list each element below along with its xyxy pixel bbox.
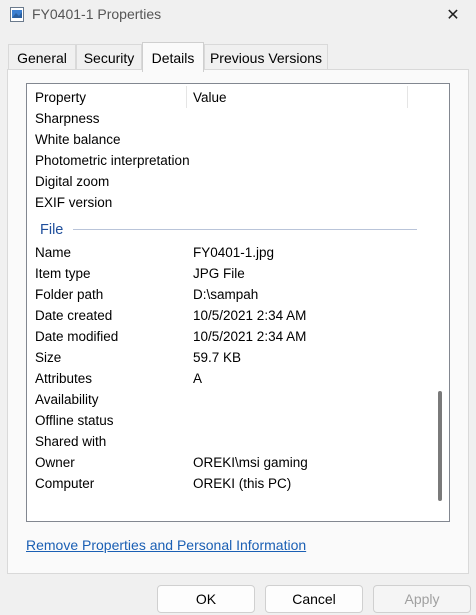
property-name[interactable]: Date created	[35, 306, 112, 326]
property-name[interactable]: Offline status	[35, 411, 114, 431]
tab-previous-versions-label: Previous Versions	[209, 49, 323, 66]
column-separator	[186, 86, 187, 108]
cancel-label: Cancel	[292, 591, 336, 607]
tab-general-label: General	[17, 49, 67, 66]
property-name[interactable]: Name	[35, 243, 71, 263]
property-name[interactable]: Item type	[35, 264, 91, 284]
property-name[interactable]: Computer	[35, 474, 94, 494]
property-value[interactable]: 10/5/2021 2:34 AM	[193, 327, 306, 347]
property-value[interactable]: A	[193, 369, 202, 389]
column-header-value[interactable]: Value	[193, 88, 227, 108]
property-value[interactable]: OREKI (this PC)	[193, 474, 291, 494]
property-list[interactable]: Property Value Sharpness White balance P…	[26, 83, 450, 522]
column-separator	[407, 86, 408, 108]
property-name[interactable]: Date modified	[35, 327, 118, 347]
ok-label: OK	[195, 591, 217, 607]
property-value[interactable]: 10/5/2021 2:34 AM	[193, 306, 306, 326]
group-divider	[73, 229, 417, 230]
property-value[interactable]: FY0401-1.jpg	[193, 243, 274, 263]
group-header-file[interactable]: File	[40, 220, 63, 240]
property-value[interactable]: OREKI\msi gaming	[193, 453, 308, 473]
apply-button[interactable]: Apply	[373, 585, 471, 613]
property-name[interactable]: Digital zoom	[35, 172, 109, 192]
title-bar: FY0401-1 Properties ✕	[0, 0, 476, 30]
property-value[interactable]: D:\sampah	[193, 285, 258, 305]
tab-details-label: Details	[151, 49, 195, 66]
property-name[interactable]: White balance	[35, 130, 121, 150]
tab-security-label: Security	[83, 49, 135, 66]
property-name[interactable]: Shared with	[35, 432, 106, 452]
tab-previous-versions[interactable]: Previous Versions	[204, 44, 328, 70]
scrollbar-thumb[interactable]	[438, 391, 442, 501]
property-name[interactable]: Photometric interpretation	[35, 151, 190, 171]
tab-details[interactable]: Details	[142, 42, 204, 72]
apply-label: Apply	[404, 591, 440, 607]
close-button[interactable]: ✕	[430, 0, 476, 30]
tab-general[interactable]: General	[8, 44, 76, 70]
close-icon: ✕	[446, 7, 460, 24]
property-name[interactable]: Attributes	[35, 369, 92, 389]
property-name[interactable]: Sharpness	[35, 109, 100, 129]
property-name[interactable]: Owner	[35, 453, 75, 473]
vertical-scrollbar[interactable]	[432, 85, 449, 520]
property-value[interactable]: 59.7 KB	[193, 348, 241, 368]
property-name[interactable]: Size	[35, 348, 61, 368]
image-file-icon	[10, 7, 24, 22]
remove-properties-link[interactable]: Remove Properties and Personal Informati…	[26, 537, 306, 553]
property-value[interactable]: JPG File	[193, 264, 245, 284]
tab-security[interactable]: Security	[76, 44, 142, 70]
property-name[interactable]: EXIF version	[35, 193, 112, 213]
property-name[interactable]: Availability	[35, 390, 99, 410]
property-name[interactable]: Folder path	[35, 285, 103, 305]
window-title: FY0401-1 Properties	[32, 6, 162, 22]
ok-button[interactable]: OK	[157, 585, 255, 613]
column-header-property[interactable]: Property	[35, 88, 86, 108]
cancel-button[interactable]: Cancel	[265, 585, 363, 613]
